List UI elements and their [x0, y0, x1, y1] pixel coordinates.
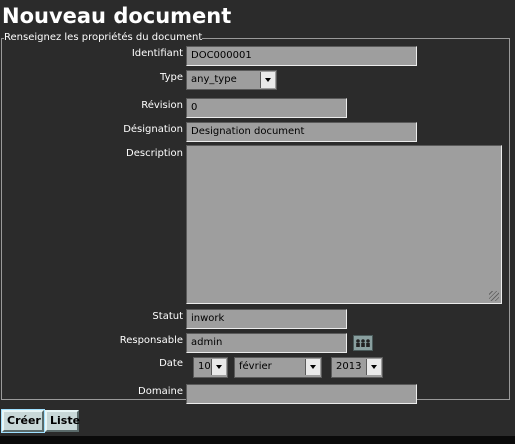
- domaine-input[interactable]: [186, 384, 417, 404]
- chevron-down-icon: [366, 359, 381, 375]
- chevron-down-icon: [211, 359, 226, 375]
- revision-input[interactable]: 0: [186, 98, 347, 118]
- date-year-select[interactable]: 2013: [331, 357, 383, 378]
- identifiant-label: Identifiant: [131, 48, 183, 59]
- page-title: Nouveau document: [2, 4, 232, 28]
- type-label: Type: [160, 72, 183, 83]
- users-icon: [356, 339, 370, 347]
- date-month-value: février: [239, 361, 272, 372]
- footer-divider: [0, 436, 515, 444]
- chevron-down-icon: [260, 72, 275, 88]
- user-picker-button[interactable]: [353, 335, 373, 351]
- identifiant-input[interactable]: DOC000001: [186, 46, 417, 66]
- resize-grip-icon[interactable]: [489, 291, 499, 301]
- designation-input[interactable]: Designation document: [186, 122, 417, 142]
- create-button[interactable]: Créer: [1, 409, 45, 433]
- statut-input[interactable]: inwork: [186, 309, 347, 329]
- type-select[interactable]: any_type: [186, 70, 277, 90]
- date-month-select[interactable]: février: [234, 357, 322, 378]
- type-select-value: any_type: [191, 74, 237, 85]
- fieldset-legend: Renseignez les propriétés du document: [4, 32, 203, 43]
- date-day-select[interactable]: 10: [193, 357, 228, 378]
- date-year-value: 2013: [336, 361, 362, 372]
- responsable-input[interactable]: admin: [186, 333, 347, 353]
- chevron-down-icon: [305, 359, 320, 375]
- date-day-value: 10: [198, 361, 211, 372]
- description-textarea[interactable]: [186, 145, 502, 304]
- date-label: Date: [159, 358, 183, 369]
- revision-label: Révision: [141, 100, 183, 111]
- domaine-label: Domaine: [138, 386, 183, 397]
- list-button[interactable]: Liste: [45, 410, 80, 432]
- description-label: Description: [126, 148, 183, 159]
- page: Nouveau document Renseignez les propriét…: [0, 0, 515, 444]
- statut-label: Statut: [152, 311, 183, 322]
- designation-label: Désignation: [123, 124, 183, 135]
- responsable-label: Responsable: [119, 335, 183, 346]
